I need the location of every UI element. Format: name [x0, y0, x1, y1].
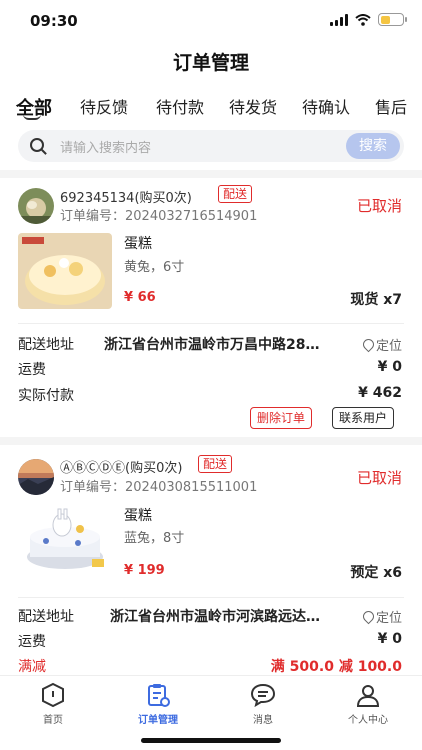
battery-icon: [378, 13, 407, 26]
product-quantity: 预定 x6: [350, 565, 402, 581]
product-spec: 蓝兔，8寸: [124, 531, 185, 546]
message-icon: [250, 682, 276, 708]
home-indicator: [141, 738, 281, 743]
address-label: 配送地址: [18, 609, 74, 625]
tab-pending-confirm[interactable]: 待确认: [302, 94, 350, 118]
nav-home[interactable]: 首页: [13, 682, 93, 726]
home-icon: [40, 682, 66, 708]
paid-amount: ¥ 462: [358, 385, 402, 401]
buyer-name: 692345134(购买0次): [60, 191, 192, 206]
delete-order-button[interactable]: 删除订单: [250, 407, 313, 429]
profile-icon: [355, 682, 381, 708]
nav-home-label: 首页: [43, 715, 63, 726]
order-status: 已取消: [356, 197, 402, 215]
tab-after-sales[interactable]: 售后: [375, 94, 407, 118]
order-tabs: 全部 待反馈 待付款 待发货 待确认 售后: [0, 90, 422, 130]
product-name: 蛋糕: [124, 236, 152, 252]
search-bar[interactable]: 请输入搜索内容 搜索: [18, 130, 404, 162]
discount-label: 满减: [18, 659, 46, 675]
address-label: 配送地址: [18, 337, 74, 353]
status-bar: 09:30: [0, 0, 422, 44]
buyer-avatar: [18, 188, 54, 224]
wifi-icon: [355, 13, 371, 26]
order-manage-icon: [145, 682, 171, 708]
status-time: 09:30: [30, 12, 78, 30]
section-divider: [0, 437, 422, 445]
order-number: 订单编号：2024030815511001: [60, 480, 258, 495]
shipping-fee: ¥ 0: [377, 631, 402, 647]
tab-pending-feedback[interactable]: 待反馈: [80, 94, 128, 118]
divider: [18, 323, 404, 324]
locate-button[interactable]: 定位: [360, 607, 402, 626]
locate-button[interactable]: 定位: [360, 335, 402, 354]
paid-label: 实际付款: [18, 388, 74, 404]
product-quantity: 现货 x7: [350, 292, 402, 308]
shipping-label: 运费: [18, 362, 46, 378]
order-number: 订单编号：2024032716514901: [60, 209, 258, 224]
divider: [18, 597, 404, 598]
tab-pending-shipment[interactable]: 待发货: [229, 94, 277, 118]
location-pin-icon: [360, 336, 377, 353]
search-input[interactable]: 请输入搜索内容: [60, 137, 151, 156]
search-button[interactable]: 搜索: [346, 133, 400, 159]
contact-user-button[interactable]: 联系用户: [332, 407, 395, 429]
section-divider: [0, 170, 422, 178]
nav-order-manage[interactable]: 订单管理: [118, 682, 198, 726]
delivery-tag: 配送: [218, 185, 253, 203]
product-image: [18, 503, 112, 579]
discount-value: 满 500.0 减 100.0: [270, 659, 402, 675]
buyer-name: ⒶⒷⒸⒹⒺ(购买0次): [60, 461, 183, 476]
delivery-tag: 配送: [198, 455, 233, 473]
page-title: 订单管理: [172, 52, 249, 74]
product-price: ¥ 199: [124, 563, 165, 578]
nav-messages[interactable]: 消息: [223, 682, 303, 726]
delivery-address: 浙江省台州市温岭市万昌中路28…: [104, 337, 320, 353]
shipping-fee: ¥ 0: [377, 359, 402, 375]
product-price: ¥ 66: [124, 290, 156, 305]
locate-label: 定位: [375, 339, 402, 354]
nav-order-manage-label: 订单管理: [138, 715, 178, 726]
search-icon: [30, 138, 44, 152]
locate-label: 定位: [375, 611, 402, 626]
location-pin-icon: [360, 608, 377, 625]
delivery-address: 浙江省台州市温岭市河滨路远达…: [110, 609, 320, 625]
product-image: [18, 233, 112, 309]
order-status: 已取消: [356, 469, 402, 487]
nav-profile[interactable]: 个人中心: [328, 682, 408, 726]
order-card[interactable]: ⒶⒷⒸⒹⒺ(购买0次) 配送 订单编号：2024030815511001 已取消…: [0, 445, 422, 675]
nav-messages-label: 消息: [253, 715, 273, 726]
tab-pending-payment[interactable]: 待付款: [156, 94, 204, 118]
nav-profile-label: 个人中心: [348, 715, 388, 726]
signal-icon: [330, 13, 348, 26]
shipping-label: 运费: [18, 634, 46, 650]
product-name: 蛋糕: [124, 508, 152, 524]
status-icons: [330, 13, 407, 26]
buyer-avatar: [18, 459, 54, 495]
order-card[interactable]: 692345134(购买0次) 配送 订单编号：2024032716514901…: [0, 178, 422, 433]
product-spec: 黄兔，6寸: [124, 260, 185, 275]
